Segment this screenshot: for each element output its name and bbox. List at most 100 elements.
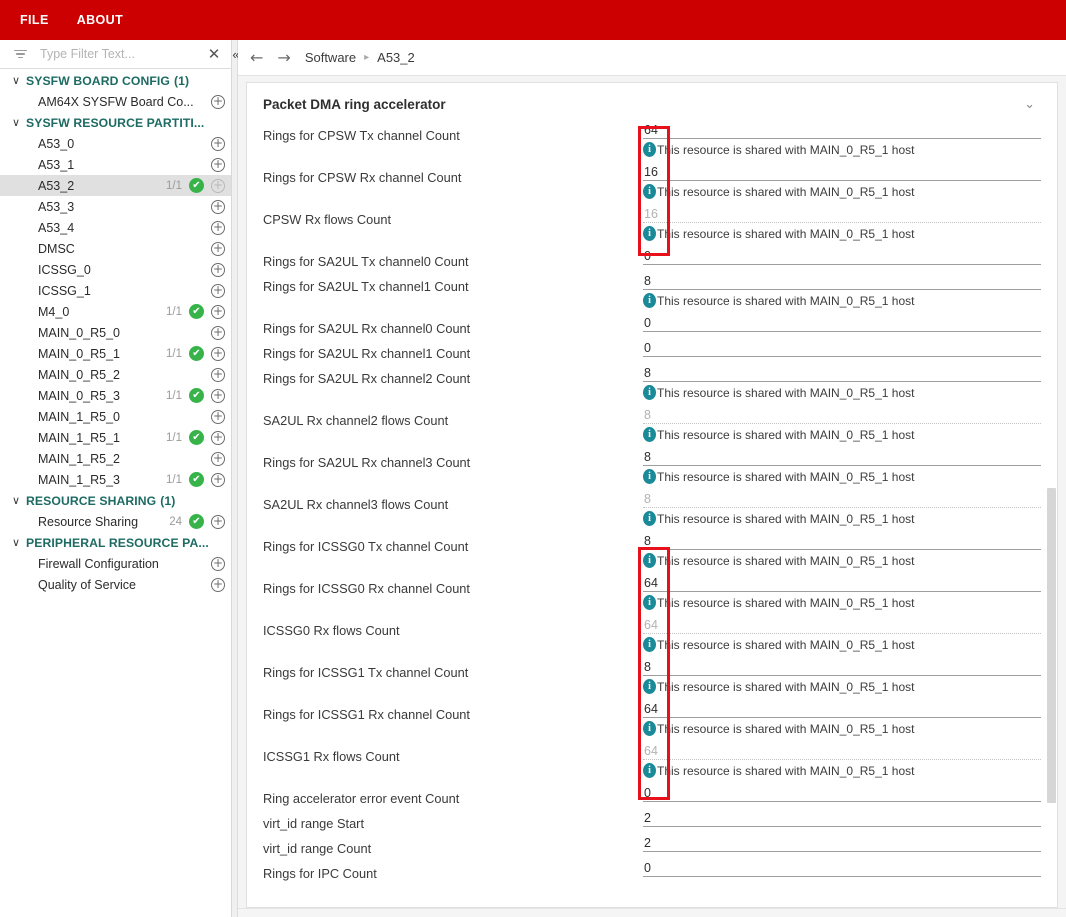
info-icon: i — [643, 679, 656, 694]
value-input[interactable] — [643, 785, 1041, 802]
add-icon[interactable]: + — [211, 304, 225, 319]
add-icon[interactable]: + — [211, 283, 225, 298]
add-icon[interactable]: + — [211, 199, 225, 214]
shared-resource-text: This resource is shared with MAIN_0_R5_1… — [657, 637, 915, 652]
value-input[interactable] — [643, 835, 1041, 852]
value-input[interactable] — [643, 701, 1041, 718]
chevron-down-icon[interactable]: ∨ — [12, 536, 26, 549]
value-input — [643, 617, 1041, 634]
add-icon[interactable]: + — [211, 430, 225, 445]
tree-item-main-0-r5-0[interactable]: MAIN_0_R5_0 + — [0, 322, 231, 343]
value-input[interactable] — [643, 659, 1041, 676]
add-icon[interactable]: + — [211, 472, 225, 487]
field-label: ICSSG0 Rx flows Count — [263, 623, 400, 638]
forward-arrow-icon[interactable]: → — [277, 49, 290, 66]
tree-item-count: 1/1 — [166, 179, 182, 192]
value-input[interactable] — [643, 340, 1041, 357]
form-row: Ring accelerator error event Count — [263, 785, 1041, 806]
tree-item-icssg-1[interactable]: ICSSG_1 + — [0, 280, 231, 301]
content-horizontal-scrollbar[interactable] — [238, 908, 1066, 917]
form-row: SA2UL Rx channel3 flows Count iThis resou… — [263, 491, 1041, 526]
filter-icon[interactable] — [12, 46, 28, 62]
value-input[interactable] — [643, 122, 1041, 139]
add-icon[interactable]: + — [211, 346, 225, 361]
tree-item-icssg-0[interactable]: ICSSG_0 + — [0, 259, 231, 280]
tree-item-a53-2[interactable]: A53_2 1/1 ✔ + — [0, 175, 231, 196]
add-icon[interactable]: + — [211, 136, 225, 151]
field-label: Rings for IPC Count — [263, 866, 377, 881]
tree-group-header[interactable]: ∨ RESOURCE SHARING (1) — [0, 490, 231, 511]
tree-group-label: SYSFW RESOURCE PARTITI... — [26, 115, 205, 130]
form-row: SA2UL Rx channel2 flows Count iThis resou… — [263, 407, 1041, 442]
add-icon[interactable]: + — [211, 241, 225, 256]
tree-item-main-1-r5-2[interactable]: MAIN_1_R5_2 + — [0, 448, 231, 469]
card-header: Packet DMA ring accelerator ⌄ — [247, 83, 1057, 122]
content-vertical-scrollbar[interactable] — [1046, 83, 1057, 907]
filter-text-input[interactable] — [28, 46, 203, 62]
tree-item-resource-sharing[interactable]: Resource Sharing 24 ✔ + — [0, 511, 231, 532]
value-input[interactable] — [643, 315, 1041, 332]
tree-item-a53-4[interactable]: A53_4 + — [0, 217, 231, 238]
tree-item-a53-0[interactable]: A53_0 + — [0, 133, 231, 154]
tree-group-header[interactable]: ∨ SYSFW BOARD CONFIG (1) — [0, 70, 231, 91]
tree-item-dmsc[interactable]: DMSC + — [0, 238, 231, 259]
tree-item-main-1-r5-3[interactable]: MAIN_1_R5_3 1/1 ✔ + — [0, 469, 231, 490]
tree-item-main-0-r5-3[interactable]: MAIN_0_R5_3 1/1 ✔ + — [0, 385, 231, 406]
add-icon[interactable]: + — [211, 325, 225, 340]
tree-item-count: 1/1 — [166, 431, 182, 444]
add-icon[interactable]: + — [211, 157, 225, 172]
menu-about[interactable]: ABOUT — [63, 7, 137, 33]
breadcrumb-item-a53-2[interactable]: A53_2 — [377, 50, 415, 65]
tree-item-main-1-r5-1[interactable]: MAIN_1_R5_1 1/1 ✔ + — [0, 427, 231, 448]
shared-resource-hint: i This resource is shared with MAIN_0_R5_… — [643, 763, 1041, 778]
chevron-down-icon[interactable]: ⌄ — [1024, 97, 1041, 112]
tree-item-label: ICSSG_1 — [38, 283, 91, 298]
value-input[interactable] — [643, 810, 1041, 827]
value-input[interactable] — [643, 575, 1041, 592]
chevron-down-icon[interactable]: ∨ — [12, 116, 26, 129]
tree-item-quality-of-service[interactable]: Quality of Service + — [0, 574, 231, 595]
shared-resource-text: This resource is shared with MAIN_0_R5_1… — [657, 679, 915, 694]
info-icon: i — [643, 763, 656, 778]
value-input[interactable] — [643, 248, 1041, 265]
tree-item-label: A53_0 — [38, 136, 75, 151]
add-icon[interactable]: + — [211, 220, 225, 235]
tree-item-am64x-sysfw-board-co[interactable]: AM64X SYSFW Board Co... + — [0, 91, 231, 112]
add-icon[interactable]: + — [211, 367, 225, 382]
value-input[interactable] — [643, 273, 1041, 290]
add-icon[interactable]: + — [211, 577, 225, 592]
add-icon[interactable]: + — [211, 388, 225, 403]
tree-item-m4-0[interactable]: M4_0 1/1 ✔ + — [0, 301, 231, 322]
field-control: iThis resource is shared with MAIN_0_R5_… — [643, 701, 1041, 736]
add-icon[interactable]: + — [211, 556, 225, 571]
add-icon[interactable]: + — [211, 262, 225, 277]
tree-item-firewall-configuration[interactable]: Firewall Configuration + — [0, 553, 231, 574]
add-icon[interactable]: + — [211, 94, 225, 109]
menu-file[interactable]: FILE — [6, 7, 63, 33]
field-control: iThis resource is shared with MAIN_0_R5_… — [643, 122, 1041, 157]
chevron-down-icon[interactable]: ∨ — [12, 74, 26, 87]
add-icon[interactable]: + — [211, 514, 225, 529]
value-input[interactable] — [643, 449, 1041, 466]
value-input[interactable] — [643, 860, 1041, 877]
value-input[interactable] — [643, 164, 1041, 181]
add-icon[interactable]: + — [211, 451, 225, 466]
value-input[interactable] — [643, 365, 1041, 382]
content-scrollbar-thumb[interactable] — [1047, 488, 1056, 803]
tree-item-main-0-r5-2[interactable]: MAIN_0_R5_2 + — [0, 364, 231, 385]
add-icon[interactable]: + — [211, 178, 225, 193]
back-arrow-icon[interactable]: ← — [250, 49, 263, 66]
tree-group-header[interactable]: ∨ PERIPHERAL RESOURCE PA... — [0, 532, 231, 553]
value-input[interactable] — [643, 533, 1041, 550]
add-icon[interactable]: + — [211, 409, 225, 424]
tree-item-main-1-r5-0[interactable]: MAIN_1_R5_0 + — [0, 406, 231, 427]
tree-group-count: (1) — [174, 73, 190, 88]
tree-item-a53-3[interactable]: A53_3 + — [0, 196, 231, 217]
tree-item-main-0-r5-1[interactable]: MAIN_0_R5_1 1/1 ✔ + — [0, 343, 231, 364]
tree-item-a53-1[interactable]: A53_1 + — [0, 154, 231, 175]
clear-filter-icon[interactable]: ✕ — [203, 43, 225, 65]
chevron-down-icon[interactable]: ∨ — [12, 494, 26, 507]
shared-resource-hint: i This resource is shared with MAIN_0_R5_… — [643, 721, 1041, 736]
tree-group-header[interactable]: ∨ SYSFW RESOURCE PARTITI... — [0, 112, 231, 133]
breadcrumb-item-software[interactable]: Software — [305, 50, 356, 65]
